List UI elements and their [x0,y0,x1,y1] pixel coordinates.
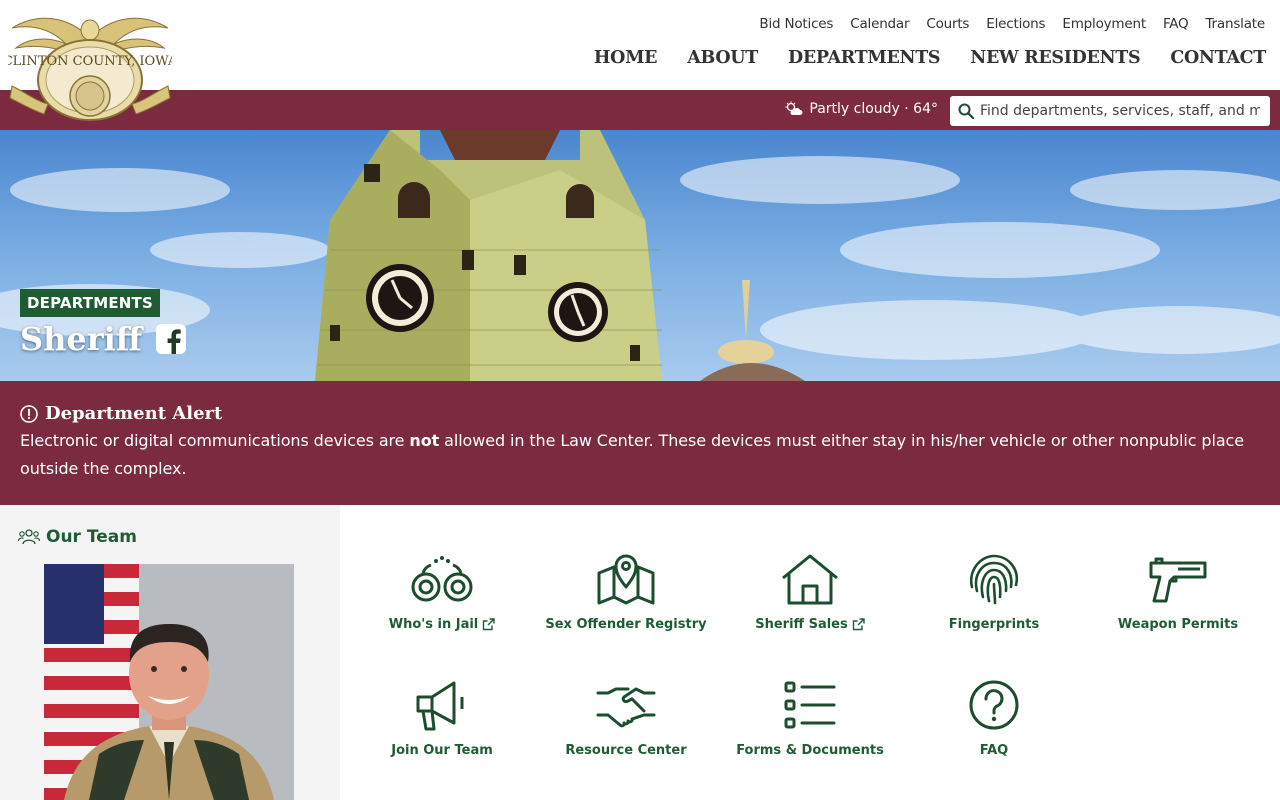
service-join-our-team[interactable]: Join Our Team [350,679,534,758]
fingerprint-icon [969,554,1019,605]
our-team-title: Our Team [46,527,137,547]
service-label: Weapon Permits [1118,617,1238,632]
service-label-text: FAQ [979,743,1009,758]
list-icon [784,681,836,729]
weather-text: Partly cloudy · 64° [809,101,938,117]
handshake-icon [596,687,656,728]
service-label-text: Sex Offender Registry [545,617,707,632]
service-whos-in-jail[interactable]: Who's in Jail [350,553,534,632]
service-label: Sex Offender Registry [545,617,706,632]
pistol-icon [1149,557,1207,603]
team-icon [18,529,40,545]
service-resource-center[interactable]: Resource Center [534,679,718,758]
utility-link-employment[interactable]: Employment [1062,16,1146,32]
utility-link-bid-notices[interactable]: Bid Notices [759,16,833,32]
search-box [950,96,1270,126]
courthouse-tower-image [0,130,1280,381]
question-icon [969,680,1019,730]
utility-link-elections[interactable]: Elections [986,16,1045,32]
service-sex-offender-registry[interactable]: Sex Offender Registry [534,553,718,632]
our-team-heading: Our Team [18,527,137,547]
alert-text-emphasis: not [409,431,440,450]
sheriff-photo[interactable] [44,564,294,800]
service-weapon-permits[interactable]: Weapon Permits [1086,553,1270,632]
house-icon [782,554,838,605]
service-label-text: Fingerprints [948,617,1040,632]
alert-text: Electronic or digital communications dev… [20,427,1260,483]
facebook-icon[interactable] [156,324,187,354]
nav-contact[interactable]: CONTACT [1170,48,1266,68]
search-icon[interactable] [958,103,974,119]
service-label: Forms & Documents [736,743,884,758]
service-fingerprints[interactable]: Fingerprints [902,553,1086,632]
external-link-icon [483,618,495,631]
service-label-text: Join Our Team [391,743,493,758]
page-title: Sheriff [20,320,187,358]
service-label: FAQ [980,743,1009,758]
our-team-panel: Our Team [0,505,340,800]
alert-title-text: Department Alert [45,403,223,424]
nav-departments[interactable]: DEPARTMENTS [788,48,941,68]
department-tag: DEPARTMENTS [20,289,160,317]
nav-home[interactable]: HOME [594,48,658,68]
search-input[interactable] [980,103,1260,119]
nav-new-residents[interactable]: NEW RESIDENTS [970,48,1140,68]
utility-link-translate[interactable]: Translate [1206,16,1266,32]
service-label-text: Who's in Jail [388,617,479,632]
sheriff-portrait-image [44,564,294,800]
service-label-text: Forms & Documents [736,743,884,758]
county-seal-logo[interactable]: CLINTON COUNTY, IOWA [3,8,178,126]
handcuffs-icon [411,556,473,602]
service-label-text: Sheriff Sales [755,617,848,632]
utility-link-courts[interactable]: Courts [926,16,969,32]
service-label: Who's in Jail [389,617,496,632]
service-label-text: Weapon Permits [1117,617,1239,632]
alert-title: Department Alert [20,403,1260,424]
utility-bar: Partly cloudy · 64° [0,90,1280,130]
service-label-text: Resource Center [565,743,687,758]
service-sheriff-sales[interactable]: Sheriff Sales [718,553,902,632]
utility-link-calendar[interactable]: Calendar [850,16,909,32]
service-label: Join Our Team [391,743,493,758]
logo-text: CLINTON COUNTY, IOWA [8,54,172,69]
alert-circle-icon [20,404,38,423]
department-alert: Department Alert Electronic or digital c… [0,381,1280,505]
site-header: Bid Notices Calendar Courts Elections Em… [0,0,1280,90]
hero-banner: DEPARTMENTS Sheriff [0,130,1280,381]
map-pin-icon [597,554,655,605]
weather-widget: Partly cloudy · 64° [785,101,938,117]
nav-about[interactable]: ABOUT [687,48,758,68]
service-faq[interactable]: FAQ [902,679,1086,758]
external-link-icon [852,618,865,631]
main-nav: HOME ABOUT DEPARTMENTS NEW RESIDENTS CON… [594,48,1266,68]
service-label: Resource Center [565,743,686,758]
facebook-glyph-icon [156,324,187,354]
alert-text-before: Electronic or digital communications dev… [20,431,410,450]
megaphone-icon [416,681,464,731]
service-label: Fingerprints [949,617,1040,632]
utility-nav: Bid Notices Calendar Courts Elections Em… [759,16,1265,32]
service-label: Sheriff Sales [755,617,865,632]
partly-cloudy-icon [785,101,803,115]
page-title-text: Sheriff [20,320,143,358]
service-forms-documents[interactable]: Forms & Documents [718,679,902,758]
utility-link-faq[interactable]: FAQ [1163,16,1189,32]
eagle-seal-icon: CLINTON COUNTY, IOWA [3,17,178,121]
